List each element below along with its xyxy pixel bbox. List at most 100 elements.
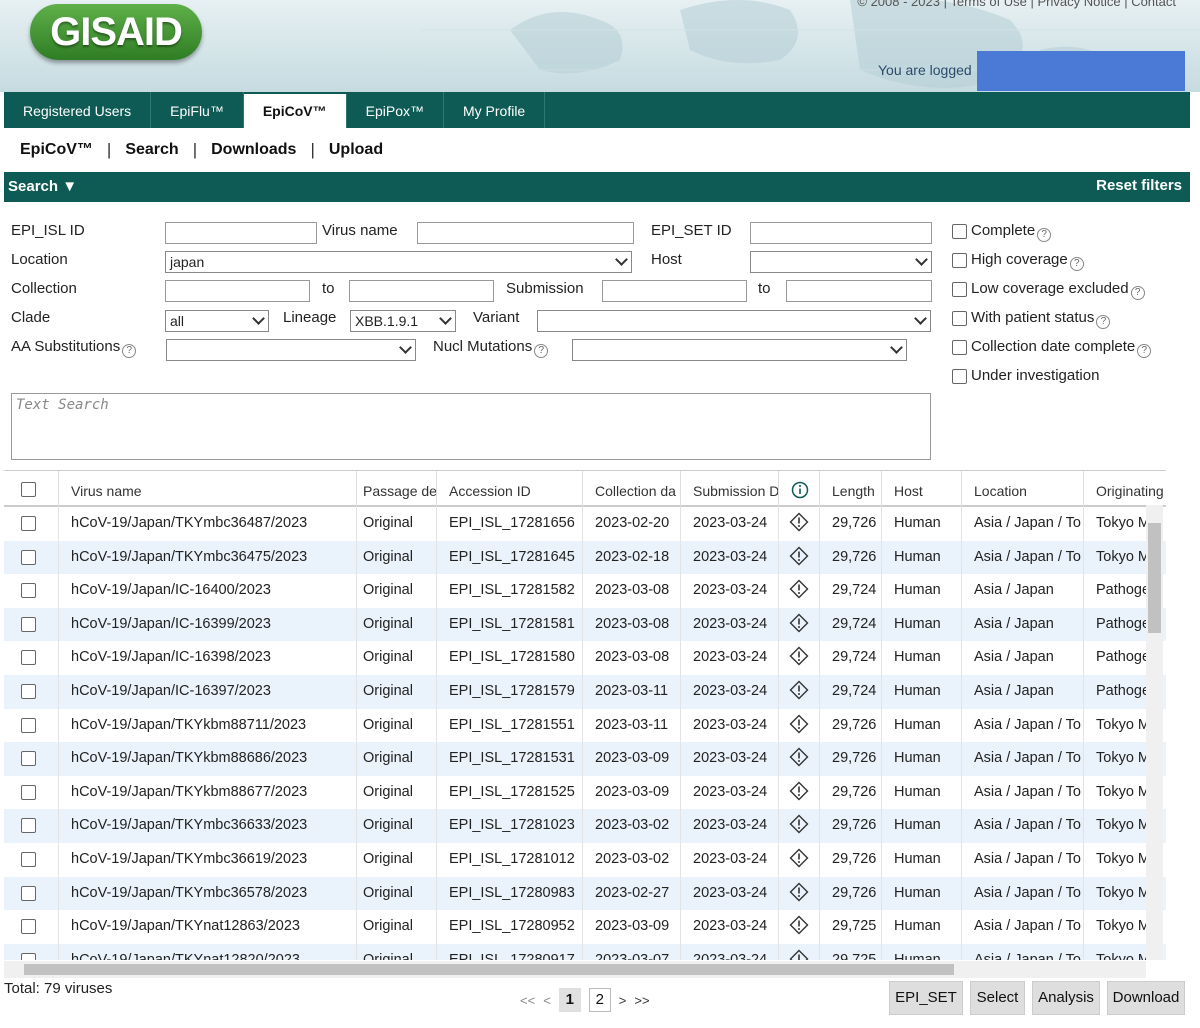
cell-accession-id[interactable]: EPI_ISL_17280952 xyxy=(449,918,579,934)
download-button[interactable]: Download xyxy=(1107,981,1185,1015)
vertical-scroll-thumb[interactable] xyxy=(1148,523,1161,633)
subnav-upload[interactable]: Upload xyxy=(329,141,397,159)
last-page-button[interactable]: >> xyxy=(634,993,649,1008)
header-location[interactable]: Location xyxy=(974,483,1082,499)
cell-accession-id[interactable]: EPI_ISL_17281580 xyxy=(449,649,579,665)
warning-diamond-icon[interactable] xyxy=(789,613,809,633)
warning-diamond-icon[interactable] xyxy=(789,714,809,734)
table-row[interactable]: hCoV-19/Japan/TKYkbm88686/2023 Original EP… xyxy=(4,742,1166,776)
row-checkbox[interactable] xyxy=(21,516,36,531)
cell-virus-name[interactable]: hCoV-19/Japan/TKYkbm88686/2023 xyxy=(71,750,351,766)
cell-accession-id[interactable]: EPI_ISL_17281531 xyxy=(449,750,579,766)
cell-accession-id[interactable]: EPI_ISL_17281645 xyxy=(449,549,579,565)
tab-epicov[interactable]: EpiCoV™ xyxy=(243,94,347,128)
warning-diamond-icon[interactable] xyxy=(789,579,809,599)
complete-checkbox[interactable] xyxy=(952,224,967,239)
row-checkbox[interactable] xyxy=(21,852,36,867)
cell-virus-name[interactable]: hCoV-19/Japan/TKYnat12863/2023 xyxy=(71,918,351,934)
table-row[interactable]: hCoV-19/Japan/TKYnat12863/2023 Original EP… xyxy=(4,910,1166,944)
header-collection-date[interactable]: Collection da xyxy=(595,483,681,499)
nucl-mutations-select[interactable] xyxy=(572,339,907,361)
next-page-button[interactable]: > xyxy=(619,993,627,1008)
cell-virus-name[interactable]: hCoV-19/Japan/IC-16397/2023 xyxy=(71,683,351,699)
cell-virus-name[interactable]: hCoV-19/Japan/TKYmbc36619/2023 xyxy=(71,851,351,867)
header-originating[interactable]: Originating xyxy=(1096,483,1166,499)
subnav-search[interactable]: Search xyxy=(125,141,192,159)
cell-accession-id[interactable]: EPI_ISL_17280983 xyxy=(449,885,579,901)
epi-set-input[interactable] xyxy=(750,222,932,244)
submission-to-input[interactable] xyxy=(786,280,932,302)
cell-accession-id[interactable]: EPI_ISL_17281582 xyxy=(449,582,579,598)
row-checkbox[interactable] xyxy=(21,616,36,632)
warning-diamond-icon[interactable] xyxy=(789,646,809,666)
cell-virus-name[interactable]: hCoV-19/Japan/TKYmbc36475/2023 xyxy=(71,549,351,565)
collection-from-input[interactable] xyxy=(165,280,310,302)
search-toggle[interactable]: Search ▼ xyxy=(8,178,77,195)
select-button[interactable]: Select xyxy=(970,981,1025,1015)
table-row[interactable]: hCoV-19/Japan/TKYkbm88677/2023 Original EP… xyxy=(4,775,1166,810)
row-checkbox[interactable] xyxy=(21,717,36,733)
tab-epipox[interactable]: EpiPox™ xyxy=(347,92,444,128)
cell-accession-id[interactable]: EPI_ISL_17281579 xyxy=(449,683,579,699)
cell-virus-name[interactable]: hCoV-19/Japan/TKYkbm88677/2023 xyxy=(71,784,351,800)
warning-diamond-icon[interactable] xyxy=(789,680,809,700)
cell-accession-id[interactable]: EPI_ISL_17281581 xyxy=(449,616,579,632)
warning-diamond-icon[interactable] xyxy=(789,747,809,767)
table-row[interactable]: hCoV-19/Japan/IC-16398/2023 Original EPI_I… xyxy=(4,641,1166,675)
table-row[interactable]: hCoV-19/Japan/TKYmbc36487/2023 Original EP… xyxy=(4,507,1166,541)
first-page-button[interactable]: << xyxy=(520,993,535,1008)
cell-virus-name[interactable]: hCoV-19/Japan/IC-16400/2023 xyxy=(71,582,351,598)
header-accession-id[interactable]: Accession ID xyxy=(449,483,579,499)
table-row[interactable]: hCoV-19/Japan/TKYkbm88711/2023 Original EP… xyxy=(4,708,1166,743)
row-checkbox[interactable] xyxy=(21,751,36,767)
warning-diamond-icon[interactable] xyxy=(789,882,809,902)
aa-substitutions-select[interactable] xyxy=(166,339,416,361)
tab-registered-users[interactable]: Registered Users xyxy=(4,92,152,128)
row-checkbox[interactable] xyxy=(21,818,36,834)
horizontal-scroll-thumb[interactable] xyxy=(24,964,954,975)
vertical-scrollbar[interactable] xyxy=(1146,505,1163,960)
cell-accession-id[interactable]: EPI_ISL_17280917 xyxy=(449,952,579,960)
table-row[interactable]: hCoV-19/Japan/TKYmbc36475/2023 Original EP… xyxy=(4,540,1166,575)
table-row[interactable]: hCoV-19/Japan/TKYmbc36619/2023 Original EP… xyxy=(4,843,1166,877)
cell-virus-name[interactable]: hCoV-19/Japan/TKYmbc36578/2023 xyxy=(71,885,351,901)
table-row[interactable]: hCoV-19/Japan/TKYnat12820/2023 Original EP… xyxy=(4,943,1166,960)
clade-select[interactable]: all xyxy=(165,310,269,332)
cell-accession-id[interactable]: EPI_ISL_17281023 xyxy=(449,817,579,833)
row-checkbox[interactable] xyxy=(21,885,36,901)
cell-accession-id[interactable]: EPI_ISL_17281012 xyxy=(449,851,579,867)
low-coverage-checkbox[interactable] xyxy=(952,282,967,297)
collection-to-input[interactable] xyxy=(349,280,494,302)
help-circle-icon[interactable]: ? xyxy=(1069,257,1084,271)
help-circle-icon[interactable]: ? xyxy=(1096,315,1111,329)
collection-date-complete-checkbox[interactable] xyxy=(952,340,967,355)
tab-my-profile[interactable]: My Profile xyxy=(444,92,546,128)
warning-diamond-icon[interactable] xyxy=(789,848,809,868)
top-links[interactable]: © 2008 - 2023 | Terms of Use | Privacy N… xyxy=(857,0,1176,9)
table-row[interactable]: hCoV-19/Japan/IC-16399/2023 Original EPI_I… xyxy=(4,607,1166,642)
epi-isl-input[interactable] xyxy=(165,222,317,244)
help-circle-icon[interactable]: ? xyxy=(1130,286,1145,300)
gisaid-logo[interactable]: GISAID xyxy=(30,4,202,60)
cell-virus-name[interactable]: hCoV-19/Japan/IC-16398/2023 xyxy=(71,649,351,665)
cell-accession-id[interactable]: EPI_ISL_17281525 xyxy=(449,784,579,800)
warning-diamond-icon[interactable] xyxy=(789,781,809,801)
select-all-checkbox[interactable] xyxy=(21,482,36,497)
location-input[interactable]: japan xyxy=(165,251,632,273)
cell-accession-id[interactable]: EPI_ISL_17281551 xyxy=(449,717,579,733)
prev-page-button[interactable]: < xyxy=(543,993,551,1008)
help-circle-icon[interactable]: ? xyxy=(534,344,549,358)
epi-set-button[interactable]: EPI_SET xyxy=(889,981,963,1015)
table-row[interactable]: hCoV-19/Japan/IC-16400/2023 Original EPI_I… xyxy=(4,574,1166,608)
help-circle-icon[interactable]: ? xyxy=(1037,228,1052,242)
subnav-epicov[interactable]: EpiCoV™ xyxy=(20,141,107,159)
warning-diamond-icon[interactable] xyxy=(789,814,809,834)
header-host[interactable]: Host xyxy=(894,483,964,499)
header-submission-date[interactable]: Submission D xyxy=(693,483,779,499)
tab-epiflu[interactable]: EpiFlu™ xyxy=(151,92,244,128)
cell-virus-name[interactable]: hCoV-19/Japan/IC-16399/2023 xyxy=(71,616,351,632)
header-virus-name[interactable]: Virus name xyxy=(71,483,351,499)
table-row[interactable]: hCoV-19/Japan/IC-16397/2023 Original EPI_I… xyxy=(4,675,1166,709)
submission-from-input[interactable] xyxy=(602,280,747,302)
help-circle-icon[interactable]: ? xyxy=(122,344,137,358)
